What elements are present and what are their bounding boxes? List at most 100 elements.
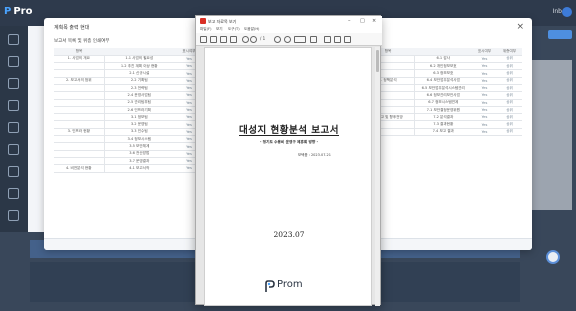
menu-file[interactable]: 파일(F)	[200, 27, 211, 32]
save-icon[interactable]	[200, 36, 207, 43]
header-cell	[414, 48, 472, 56]
viewer-title: 보고 자료목 보기	[208, 18, 237, 24]
folder-icon[interactable]	[8, 122, 19, 133]
prev-page-icon[interactable]	[242, 36, 249, 43]
minimize-button[interactable]: –	[348, 18, 351, 24]
document-subtitle: - 정기도 수용비 운영구 체휴회 방향 -	[259, 140, 319, 144]
level-cell[interactable]: 상위	[497, 55, 522, 64]
thumbnails-icon[interactable]	[230, 36, 237, 43]
visibility-cell[interactable]: Yes	[472, 84, 497, 93]
item-cell: 7.1 보안결정운영위원	[414, 106, 472, 115]
table-row: 3. 인프라 현황 3.3 인수팀 Yes	[54, 128, 204, 137]
title-rule	[239, 135, 339, 137]
group-cell: 4. 비전분석 현황	[54, 164, 105, 173]
level-cell[interactable]: 상위	[497, 113, 522, 122]
item-cell: 7.3 결과현황	[414, 120, 472, 129]
chart-icon[interactable]	[8, 100, 19, 111]
group-cell	[54, 142, 105, 151]
visibility-cell[interactable]: Yes	[472, 55, 497, 64]
item-cell: 7.2 분석결과	[414, 113, 472, 122]
level-cell[interactable]: 상위	[497, 99, 522, 107]
group-cell	[54, 113, 105, 122]
mail-icon[interactable]	[8, 210, 19, 221]
next-page-icon[interactable]	[250, 36, 257, 43]
list-icon[interactable]	[8, 78, 19, 89]
users-icon[interactable]	[8, 166, 19, 177]
table-row: 6.6 정보관리보안사업 Yes 상위	[362, 91, 522, 100]
zoom-level-select[interactable]	[294, 36, 306, 43]
level-cell[interactable]: 상위	[497, 120, 522, 129]
visibility-cell[interactable]: Yes	[472, 99, 497, 107]
table-row: 2.4 운영사업팀 Yes	[54, 91, 204, 100]
group-cell: 2. 보고서의 범위	[54, 77, 105, 86]
copy-icon[interactable]	[220, 36, 227, 43]
level-cell[interactable]: 상위	[497, 128, 522, 137]
level-cell[interactable]: 상위	[497, 91, 522, 100]
background-action-button[interactable]	[548, 30, 572, 39]
table-row: 6.1 감사 Yes 상위	[362, 55, 522, 64]
visibility-cell[interactable]: Yes	[472, 128, 497, 137]
table-row: 3.6 전산방법 Yes	[54, 150, 204, 158]
calendar-icon[interactable]	[8, 188, 19, 199]
item-cell: 3.3 인수팀	[104, 128, 174, 137]
find-icon[interactable]	[334, 36, 341, 43]
level-cell[interactable]: 상위	[497, 106, 522, 115]
home-icon[interactable]	[8, 34, 19, 45]
zoom-out-icon[interactable]	[274, 36, 281, 43]
viewer-scrollbar[interactable]	[375, 47, 380, 306]
user-avatar[interactable]	[562, 7, 572, 17]
table-row: 6.7 정보시스템연계 Yes 상위	[362, 99, 522, 107]
scrollbar-thumb[interactable]	[376, 50, 379, 72]
left-report-table: 항목 표시여부 1. 사업의 개요 1.1 사업의 필요성 Yes 1.2 추진 계획…	[54, 48, 204, 173]
group-cell	[54, 106, 105, 115]
visibility-cell[interactable]: Yes	[472, 113, 497, 122]
visibility-cell[interactable]: Yes	[472, 91, 497, 100]
document-title: 대성지 현황분석 보고서	[238, 125, 339, 136]
item-cell: 3.7 운영결과	[104, 157, 174, 166]
table-row: 6.5 보안업무분석시스템관리 Yes 상위	[362, 84, 522, 93]
visibility-cell[interactable]: Yes	[472, 69, 497, 78]
viewer-titlebar: 보고 자료목 보기 – □ ×	[196, 16, 382, 26]
fit-page-icon[interactable]	[310, 36, 317, 43]
document-author: 보텍품 : 2023.07.21	[297, 153, 331, 157]
rotate-icon[interactable]	[324, 36, 331, 43]
item-cell: 1.2 추진 계획 이상 현황	[104, 62, 174, 71]
close-button[interactable]: ×	[372, 18, 376, 24]
document-icon[interactable]	[8, 56, 19, 67]
level-cell[interactable]: 상위	[497, 69, 522, 78]
maximize-button[interactable]: □	[360, 18, 365, 24]
menu-view[interactable]: 보기	[216, 27, 223, 32]
group-cell	[54, 84, 105, 93]
table-header-row: 항목 표시여부	[54, 48, 204, 56]
group-cell	[54, 91, 105, 100]
menu-tools[interactable]: 도구(T)	[228, 27, 240, 32]
header-cell	[104, 48, 174, 56]
menu-help[interactable]: 도움말(H)	[244, 27, 259, 32]
properties-icon[interactable]	[344, 36, 351, 43]
header-cell: 항목	[54, 48, 104, 56]
viewer-toolbar: / 1	[196, 33, 382, 46]
pdf-page: 대성지 현황분석 보고서 - 정기도 수용비 운영구 체휴회 방향 - 보텍품 …	[204, 47, 372, 306]
visibility-cell[interactable]: Yes	[472, 106, 497, 115]
modal-close-icon[interactable]: ×	[516, 22, 524, 32]
level-cell[interactable]: 상위	[497, 77, 522, 86]
app-logo[interactable]: P Pro	[4, 6, 32, 17]
table-row: 3.4 정보시스템 Yes	[54, 135, 204, 144]
visibility-cell[interactable]: Yes	[472, 77, 497, 86]
header-cell: 표시여부	[472, 48, 497, 56]
item-cell: 1.1 사업의 필요성	[104, 55, 174, 64]
level-cell[interactable]: 상위	[497, 84, 522, 93]
visibility-cell[interactable]: Yes	[472, 120, 497, 129]
print-icon[interactable]	[210, 36, 217, 43]
item-cell: 2.5 관리팀부팀	[104, 99, 174, 107]
visibility-cell[interactable]: Yes	[472, 62, 497, 71]
group-cell	[54, 150, 105, 158]
table-row: 7.4 보고 결과 Yes 상위	[362, 128, 522, 137]
inbox-label[interactable]: Inb	[553, 8, 562, 15]
settings-icon[interactable]	[8, 144, 19, 155]
help-icon[interactable]	[546, 250, 560, 264]
zoom-in-icon[interactable]	[284, 36, 291, 43]
item-cell: 6.3 정보보호	[414, 69, 472, 78]
level-cell[interactable]: 상위	[497, 62, 522, 71]
item-cell: 6.5 보안업무분석시스템관리	[414, 84, 472, 93]
